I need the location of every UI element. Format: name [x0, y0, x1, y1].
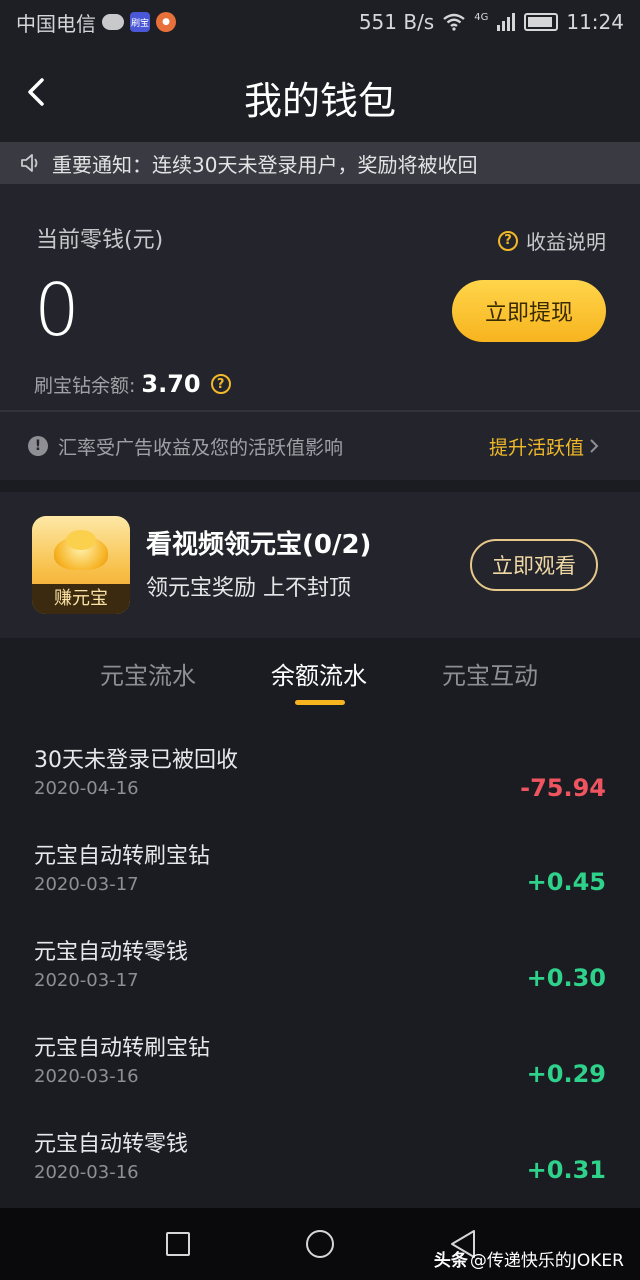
- battery-icon: [524, 13, 559, 31]
- record-date: 2020-03-17: [34, 874, 139, 895]
- watermark-brand: 头条: [433, 1251, 468, 1271]
- tab-ingot-interaction[interactable]: 元宝互动: [442, 656, 538, 691]
- tab-bar: 元宝流水 余额流水 元宝互动: [0, 650, 640, 712]
- watermark: 头条 @传递快乐的JOKER: [434, 1246, 624, 1271]
- ingot-top: [66, 530, 96, 550]
- tab-balance-flow[interactable]: 余额流水: [271, 656, 367, 691]
- net-speed: 551 B/s: [358, 10, 435, 34]
- recents-button[interactable]: [166, 1232, 190, 1256]
- signal-icon: [497, 13, 516, 31]
- record-date: 2020-03-17: [34, 970, 139, 991]
- speaker-icon: [21, 154, 38, 172]
- list-item: 元宝自动转刷宝钻 2020-03-17 +0.45: [0, 828, 640, 924]
- list-item: 30天未登录已被回收 2020-04-16 -75.94: [0, 732, 640, 828]
- status-right: 551 B/s 4G 11:24: [359, 10, 624, 34]
- record-date: 2020-03-16: [34, 1162, 139, 1183]
- record-amount: +0.29: [526, 1060, 606, 1088]
- video-task-title: 看视频领元宝(0/2): [146, 530, 372, 560]
- watermark-handle: @传递快乐的JOKER: [469, 1251, 624, 1271]
- wallet-card: 当前零钱(元) ? 收益说明 0 立即提现 刷宝钻余额: 3.70 ? ! 汇率…: [0, 184, 640, 480]
- status-bar: 中国电信 刷宝 ● 551 B/s 4G 11:24: [0, 0, 640, 44]
- diamond-label: 刷宝钻余额:: [34, 374, 136, 397]
- notice-banner[interactable]: 重要通知：连续30天未登录用户，奖励将被收回: [0, 142, 640, 184]
- record-amount: +0.30: [526, 964, 606, 992]
- question-icon[interactable]: ?: [210, 374, 231, 394]
- app-header: 我的钱包: [0, 44, 640, 142]
- transaction-list: 30天未登录已被回收 2020-04-16 -75.94 元宝自动转刷宝钻 20…: [0, 732, 640, 1212]
- record-amount: +0.45: [526, 868, 606, 896]
- clock: 11:24: [566, 10, 624, 34]
- record-title: 元宝自动转零钱: [34, 1132, 189, 1157]
- tab-ingot-flow[interactable]: 元宝流水: [100, 656, 196, 691]
- video-task-subtitle: 领元宝奖励 上不封顶: [146, 576, 351, 601]
- list-item: 元宝自动转零钱 2020-03-16 +0.31: [0, 1116, 640, 1212]
- active-tab-indicator: [295, 700, 345, 705]
- video-task-card: 赚元宝 看视频领元宝(0/2) 领元宝奖励 上不封顶 立即观看: [0, 492, 640, 638]
- status-left: 中国电信 刷宝 ●: [16, 8, 176, 37]
- boost-activity-link[interactable]: 提升活跃值: [489, 433, 600, 460]
- message-icon: [102, 14, 124, 30]
- question-icon: ?: [498, 230, 518, 251]
- earnings-explain-label: 收益说明: [526, 230, 606, 254]
- record-title: 元宝自动转零钱: [34, 940, 189, 965]
- carrier-label: 中国电信: [16, 11, 96, 36]
- system-nav-bar: 头条 @传递快乐的JOKER: [0, 1208, 640, 1280]
- boost-activity-label: 提升活跃值: [488, 436, 584, 459]
- record-amount: -75.94: [520, 774, 606, 802]
- withdraw-button[interactable]: 立即提现: [452, 280, 606, 342]
- network-type: 4G: [474, 11, 489, 23]
- record-date: 2020-04-16: [34, 778, 139, 799]
- app-notification-icon: 刷宝: [130, 12, 150, 32]
- record-amount: +0.31: [526, 1156, 606, 1184]
- info-icon: !: [28, 436, 48, 456]
- thumbnail-label: 赚元宝: [32, 584, 130, 614]
- record-title: 元宝自动转刷宝钻: [34, 1036, 211, 1061]
- balance-label: 当前零钱(元): [36, 228, 164, 253]
- list-item: 元宝自动转零钱 2020-03-17 +0.30: [0, 924, 640, 1020]
- wifi-icon: [443, 13, 465, 31]
- record-date: 2020-03-16: [34, 1066, 139, 1087]
- record-title: 30天未登录已被回收: [34, 748, 238, 773]
- diamond-balance-row: 刷宝钻余额: 3.70 ?: [34, 370, 231, 398]
- rate-note: 汇率受广告收益及您的活跃值影响: [58, 436, 344, 459]
- earnings-explain-link[interactable]: ? 收益说明: [498, 226, 606, 255]
- chevron-right-icon: [590, 439, 599, 453]
- watch-now-button[interactable]: 立即观看: [470, 539, 598, 591]
- gold-ingot-thumbnail: 赚元宝: [32, 516, 130, 614]
- notice-text: 重要通知：连续30天未登录用户，奖励将被收回: [52, 152, 478, 177]
- home-button[interactable]: [306, 1230, 334, 1258]
- list-item: 元宝自动转刷宝钻 2020-03-16 +0.29: [0, 1020, 640, 1116]
- balance-value: 0: [34, 268, 80, 352]
- app-notification-icon-2: ●: [156, 12, 176, 32]
- diamond-value: 3.70: [141, 370, 201, 398]
- record-title: 元宝自动转刷宝钻: [34, 844, 211, 869]
- rate-note-row: ! 汇率受广告收益及您的活跃值影响 提升活跃值: [28, 412, 600, 480]
- page-title: 我的钱包: [243, 79, 396, 123]
